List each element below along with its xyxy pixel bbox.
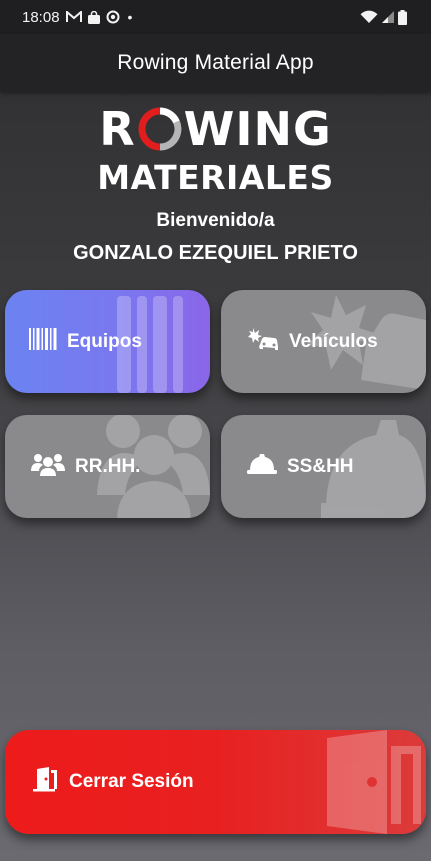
vehiculos-button[interactable]: Vehículos <box>221 290 426 393</box>
app-bar: Rowing Material App <box>0 34 431 92</box>
logo-text-materiales: MATERIALES <box>97 158 334 197</box>
signal-icon <box>382 11 394 23</box>
ssyhh-label: SS&HH <box>287 455 354 477</box>
record-icon <box>106 10 120 24</box>
logo-ring-icon <box>138 107 182 151</box>
welcome-greeting: Bienvenido/a <box>156 210 275 231</box>
rowing-logo: R WING MATERIALES <box>0 104 431 197</box>
ssyhh-button[interactable]: SS&HH <box>221 415 426 518</box>
status-bar: 18:08 • <box>0 0 431 34</box>
status-time: 18:08 <box>22 8 60 26</box>
people-group-icon <box>31 452 65 482</box>
cerrar-sesion-label: Cerrar Sesión <box>69 771 194 792</box>
hard-hat-icon <box>247 453 277 481</box>
logo-text-wing: WING <box>183 102 332 156</box>
logo-text-r: R <box>99 102 136 156</box>
equipos-label: Equipos <box>67 330 142 352</box>
door-exit-icon <box>33 766 59 798</box>
battery-icon <box>398 9 407 25</box>
rrhh-label: RR.HH. <box>75 455 141 477</box>
cerrar-sesion-button[interactable]: Cerrar Sesión <box>5 730 426 834</box>
phone-screen: 18:08 • Rowing Material App R WING MATER… <box>0 0 431 861</box>
equipos-button[interactable]: Equipos <box>5 290 210 393</box>
user-name: GONZALO EZEQUIEL PRIETO <box>73 242 358 264</box>
door-exit-bg-icon <box>327 730 421 834</box>
vehiculos-label: Vehículos <box>289 330 378 352</box>
gmail-icon <box>65 11 82 23</box>
car-crash-icon <box>247 327 279 357</box>
bag-icon <box>87 10 100 24</box>
app-title: Rowing Material App <box>117 51 314 74</box>
rrhh-button[interactable]: RR.HH. <box>5 415 210 518</box>
dot-icon: • <box>127 9 133 25</box>
wifi-icon <box>360 10 378 24</box>
barcode-icon <box>29 327 57 356</box>
